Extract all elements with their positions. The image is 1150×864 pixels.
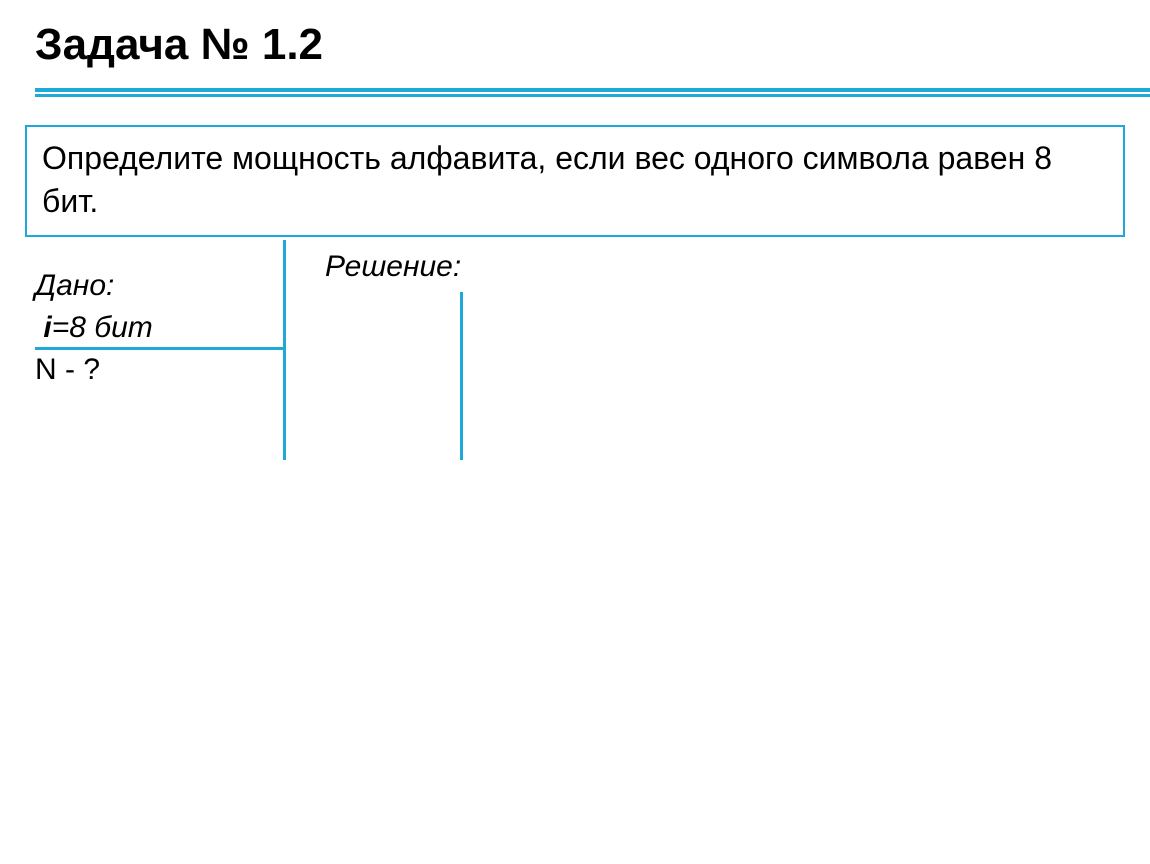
slide-title: Задача № 1.2 bbox=[35, 20, 323, 70]
given-item-1: i=8 бит bbox=[35, 307, 153, 349]
given-var-i: i bbox=[43, 311, 51, 344]
rule-bottom bbox=[35, 94, 1150, 97]
given-block: Дано: i=8 бит N - ? bbox=[35, 265, 153, 391]
title-double-rule bbox=[35, 88, 1150, 98]
solution-label: Решение: bbox=[325, 250, 461, 284]
rule-top bbox=[35, 88, 1150, 92]
given-item1-rest: =8 бит bbox=[52, 311, 153, 344]
given-label: Дано: bbox=[35, 265, 153, 307]
find-line: N - ? bbox=[35, 349, 153, 391]
vertical-divider-1 bbox=[283, 240, 286, 460]
given-horizontal-divider bbox=[35, 347, 283, 350]
problem-text: Определите мощность алфавита, если вес о… bbox=[42, 140, 1052, 219]
vertical-divider-2 bbox=[460, 292, 463, 460]
problem-statement-box: Определите мощность алфавита, если вес о… bbox=[25, 125, 1125, 237]
